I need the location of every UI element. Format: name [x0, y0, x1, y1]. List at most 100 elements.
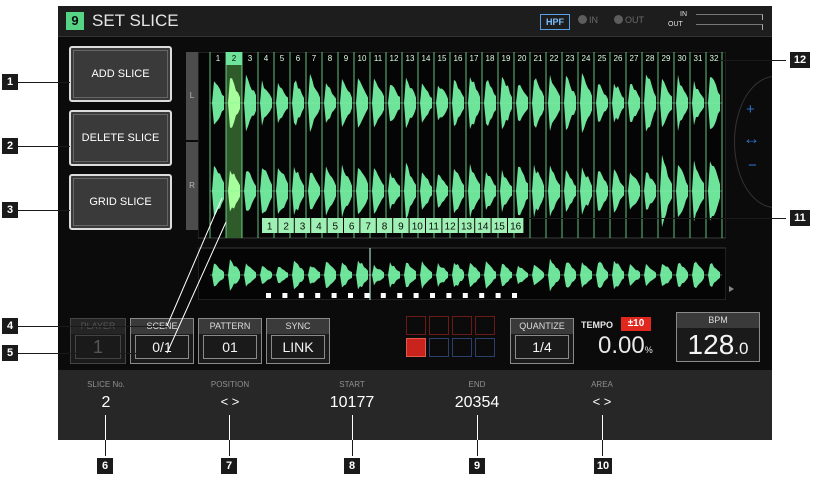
- player-control[interactable]: PLAYER 1: [70, 318, 126, 364]
- overview-marker-5: [331, 293, 337, 298]
- callout-10: 10: [594, 458, 612, 474]
- callout-3: 3: [2, 202, 18, 218]
- slice-number-22[interactable]: 22: [546, 52, 562, 65]
- slice-number-4[interactable]: 4: [258, 52, 274, 65]
- pattern-pad-grid[interactable]: [406, 316, 502, 358]
- end-label: END: [468, 380, 486, 389]
- slice-number-3[interactable]: 3: [242, 52, 258, 65]
- slice-number-14[interactable]: 14: [418, 52, 434, 65]
- pattern-pad-8[interactable]: [475, 338, 495, 357]
- input-icon: [578, 15, 587, 24]
- level-out-label: OUT: [668, 21, 683, 28]
- bpm-label: BPM: [677, 313, 759, 328]
- add-slice-label: ADD SLICE: [73, 50, 168, 98]
- overview-marker-9: [397, 293, 403, 298]
- tempo-number: 0.00: [598, 332, 645, 359]
- slice-number-16[interactable]: 16: [450, 52, 466, 65]
- overview-marker-10: [413, 293, 419, 298]
- position-label: POSITION: [210, 380, 250, 389]
- channel-label-left: L: [186, 52, 198, 140]
- pattern-pad-2[interactable]: [429, 316, 449, 335]
- bpm-integer: 128: [687, 329, 735, 360]
- position-value[interactable]: < >: [190, 394, 270, 409]
- pattern-pad-1[interactable]: [406, 316, 426, 335]
- slice-number-6[interactable]: 6: [290, 52, 306, 65]
- slice-number-30[interactable]: 30: [674, 52, 690, 65]
- slice-number-10[interactable]: 10: [354, 52, 370, 65]
- slice-number-15[interactable]: 15: [434, 52, 450, 65]
- bpm-display: BPM 128.0: [676, 312, 760, 362]
- slice-number-13[interactable]: 13: [402, 52, 418, 65]
- overview-marker-3: [298, 293, 304, 298]
- slice-number-8[interactable]: 8: [322, 52, 338, 65]
- tempo-value: 0.00%: [598, 332, 653, 360]
- pattern-pad-5[interactable]: [406, 338, 426, 357]
- grid-slice-button[interactable]: GRID SLICE: [69, 174, 172, 230]
- slice-number-1[interactable]: 1: [210, 52, 226, 65]
- waveform-display[interactable]: 1 2 3 4 5 6 7 8 9 10 11 12 13 14 15 16: [198, 52, 726, 300]
- callout-line-4: [18, 326, 168, 327]
- callout-2: 2: [2, 138, 18, 154]
- jog-wheel[interactable]: + ↔ −: [734, 76, 772, 208]
- callout-stem-9: [477, 440, 478, 456]
- slice-no-label: SLICE No.: [87, 380, 125, 389]
- in-label: IN: [589, 15, 598, 25]
- slice-number-32[interactable]: 32: [706, 52, 722, 65]
- overview-marker-6: [348, 293, 353, 298]
- overview-marker-8: [380, 293, 386, 298]
- slice-number-31[interactable]: 31: [690, 52, 706, 65]
- quantize-label: QUANTIZE: [511, 319, 573, 334]
- slice-number-21[interactable]: 21: [530, 52, 546, 65]
- pad-number-5: 5: [333, 222, 339, 233]
- slice-number-17[interactable]: 17: [466, 52, 482, 65]
- zoom-out-icon: −: [748, 157, 757, 174]
- callout-stem-8: [352, 440, 353, 456]
- pad-number-13: 13: [461, 222, 473, 233]
- slice-number-19[interactable]: 19: [498, 52, 514, 65]
- slice-number-20[interactable]: 20: [514, 52, 530, 65]
- manual-figure: 9 SET SLICE HPF IN OUT IN OUT ADD SLICE …: [0, 0, 816, 478]
- slice-number-28[interactable]: 28: [642, 52, 658, 65]
- output-icon: [614, 15, 623, 24]
- slice-number-2[interactable]: 2: [226, 52, 242, 65]
- callout-line-12: [718, 60, 786, 61]
- pattern-pad-3[interactable]: [452, 316, 472, 335]
- out-label: OUT: [625, 15, 644, 25]
- out-indicator: OUT: [614, 15, 644, 25]
- slice-number-26[interactable]: 26: [610, 52, 626, 65]
- slice-number-27[interactable]: 27: [626, 52, 642, 65]
- callout-diagonals: [166, 197, 227, 354]
- slice-number-23[interactable]: 23: [562, 52, 578, 65]
- slice-number-5[interactable]: 5: [274, 52, 290, 65]
- end-value[interactable]: 20354: [437, 394, 517, 412]
- callout-stem-7: [229, 440, 230, 456]
- overview-marker-2: [282, 293, 288, 298]
- slice-number-29[interactable]: 29: [658, 52, 674, 65]
- callout-8: 8: [344, 458, 360, 474]
- slice-number-24[interactable]: 24: [578, 52, 594, 65]
- area-value[interactable]: < >: [562, 394, 642, 409]
- slice-no-value[interactable]: 2: [66, 394, 146, 412]
- pattern-pad-6[interactable]: [429, 338, 449, 357]
- delete-slice-button[interactable]: DELETE SLICE: [69, 110, 172, 166]
- overview-marker-7: [364, 293, 370, 298]
- add-slice-button[interactable]: ADD SLICE: [69, 46, 172, 102]
- level-in-label: IN: [680, 11, 687, 18]
- pad-number-14: 14: [477, 222, 489, 233]
- quantize-value: 1/4: [515, 335, 569, 359]
- scroll-arrow-icon: [729, 286, 734, 292]
- slice-number-12[interactable]: 12: [386, 52, 402, 65]
- start-label: START: [339, 380, 365, 389]
- pad-number-11: 11: [429, 222, 440, 233]
- pattern-pad-7[interactable]: [452, 338, 472, 357]
- slice-number-7[interactable]: 7: [306, 52, 322, 65]
- slice-number-11[interactable]: 11: [370, 52, 386, 65]
- pattern-pad-4[interactable]: [475, 316, 495, 335]
- slice-number-25[interactable]: 25: [594, 52, 610, 65]
- slice-number-9[interactable]: 9: [338, 52, 354, 65]
- quantize-control[interactable]: QUANTIZE 1/4: [510, 318, 574, 364]
- tempo-range-badge: ±10: [621, 317, 651, 331]
- start-value[interactable]: 10177: [312, 394, 392, 412]
- slice-number-18[interactable]: 18: [482, 52, 498, 65]
- sync-control[interactable]: SYNC LINK: [266, 318, 330, 364]
